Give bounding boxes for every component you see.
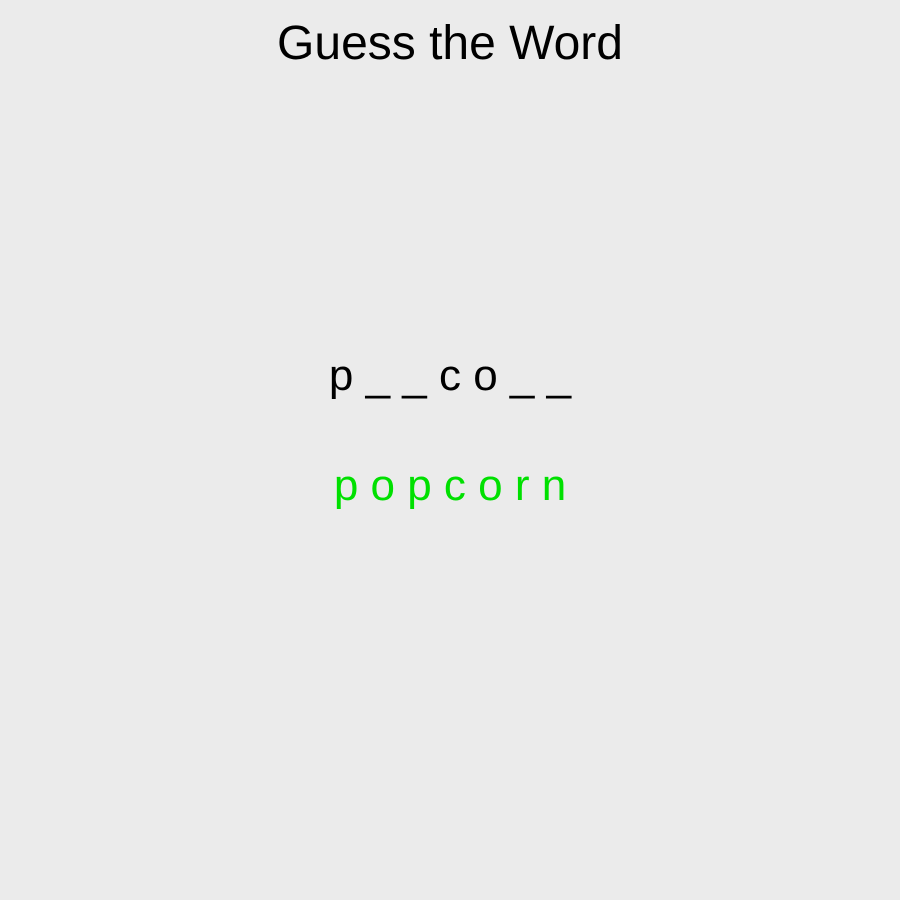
game-title: Guess the Word (277, 17, 623, 70)
revealed-word: p o p c o r n (333, 461, 567, 510)
masked-word: p _ _ c o _ _ (328, 351, 572, 400)
